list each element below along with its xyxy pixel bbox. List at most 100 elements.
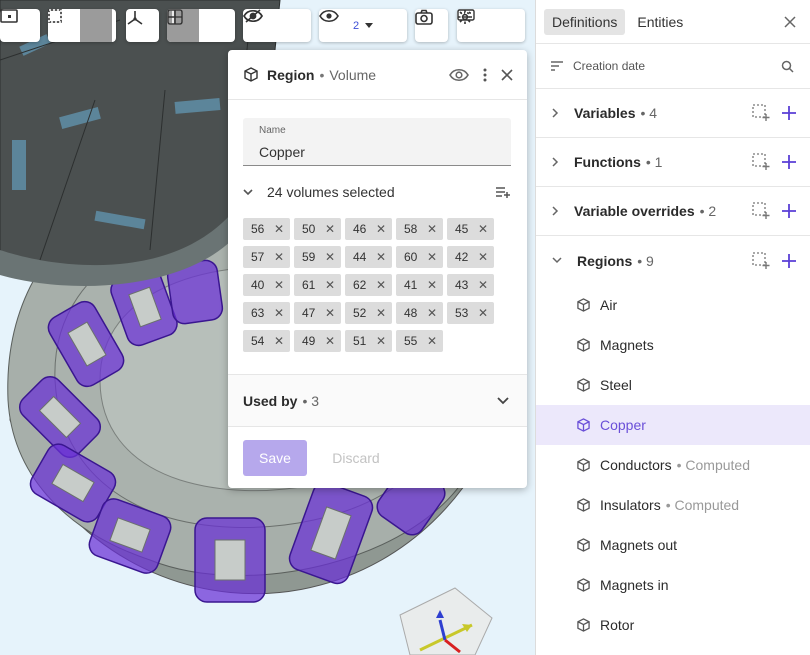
cube-icon [577, 378, 590, 392]
tab-entities[interactable]: Entities [629, 9, 691, 35]
regions-list: Air Magnets Steel Copper Conductors • Compute… [536, 285, 810, 645]
remove-chip-icon[interactable]: ✕ [478, 306, 488, 320]
kebab-icon[interactable] [483, 68, 487, 82]
grid-icon[interactable] [167, 9, 231, 42]
eye-icon[interactable] [449, 68, 469, 82]
volume-chips: 56 ✕ 50 ✕ 46 ✕ 58 ✕ 45 ✕ 57 ✕ 59 ✕ 44 ✕ 60 ✕ 42 ✕ 40 ✕ 61 ✕ 62 ✕ 4… [243, 218, 513, 358]
plus-icon[interactable] [782, 204, 796, 218]
remove-chip-icon[interactable]: ✕ [478, 222, 488, 236]
remove-chip-icon[interactable]: ✕ [376, 222, 386, 236]
region-item[interactable]: Magnets out [536, 525, 810, 565]
volume-chip-label: 60 [404, 250, 418, 264]
close-icon[interactable] [784, 15, 796, 28]
select-add-icon[interactable] [752, 153, 770, 171]
section-label: Variables [574, 105, 636, 121]
discard-button[interactable]: Discard [328, 440, 384, 476]
remove-chip-icon[interactable]: ✕ [274, 334, 284, 348]
remove-chip-icon[interactable]: ✕ [325, 250, 335, 264]
sort-icon[interactable] [550, 61, 564, 71]
region-item[interactable]: Copper [536, 405, 810, 445]
camera-icon[interactable] [415, 9, 447, 42]
remove-chip-icon[interactable]: ✕ [478, 278, 488, 292]
select-add-icon[interactable] [752, 202, 770, 220]
chevron-right-icon [552, 206, 559, 216]
screenshot-group [415, 9, 448, 42]
volume-chip: 59 ✕ [294, 246, 341, 268]
volume-chip: 51 ✕ [345, 330, 392, 352]
remove-chip-icon[interactable]: ✕ [325, 222, 335, 236]
remove-chip-icon[interactable]: ✕ [376, 306, 386, 320]
remove-chip-icon[interactable]: ✕ [376, 334, 386, 348]
chevron-down-icon[interactable] [243, 188, 253, 196]
region-sublabel: • Computed [676, 457, 750, 473]
used-by-section[interactable]: Used by • 3 [228, 374, 527, 427]
close-icon[interactable] [501, 68, 513, 81]
selection-row: 24 volumes selected [243, 182, 511, 202]
name-field[interactable]: Name Copper [243, 118, 511, 166]
remove-chip-icon[interactable]: ✕ [376, 278, 386, 292]
region-item[interactable]: Air [536, 285, 810, 325]
search-icon[interactable] [781, 60, 794, 73]
select-add-icon[interactable] [752, 251, 770, 270]
volume-chip-label: 55 [404, 334, 418, 348]
section-variables[interactable]: Variables • 4 [536, 89, 810, 138]
remove-chip-icon[interactable]: ✕ [427, 222, 437, 236]
panel-tabs: Definitions Entities [536, 0, 810, 44]
plus-icon[interactable] [782, 155, 796, 169]
select-add-icon[interactable] [752, 104, 770, 122]
volume-chip: 55 ✕ [396, 330, 443, 352]
dotted-square-icon[interactable] [48, 9, 112, 42]
volume-chip-label: 52 [353, 306, 367, 320]
section-regions[interactable]: Regions • 9 [536, 236, 810, 285]
remove-chip-icon[interactable]: ✕ [427, 278, 437, 292]
used-by-label: Used by [243, 392, 298, 409]
region-item[interactable]: Rotor [536, 605, 810, 645]
remove-chip-icon[interactable]: ✕ [274, 250, 284, 264]
remove-chip-icon[interactable]: ✕ [325, 334, 335, 348]
remove-chip-icon[interactable]: ✕ [427, 334, 437, 348]
volume-chip-label: 63 [251, 306, 265, 320]
region-item[interactable]: Magnets [536, 325, 810, 365]
plus-icon[interactable] [782, 106, 796, 120]
region-item[interactable]: Insulators • Computed [536, 485, 810, 525]
volume-chip-label: 58 [404, 222, 418, 236]
tab-definitions[interactable]: Definitions [544, 8, 626, 35]
name-value: Copper [259, 144, 305, 160]
gear-icon[interactable] [458, 9, 521, 42]
remove-chip-icon[interactable]: ✕ [427, 250, 437, 264]
volume-chip-label: 61 [302, 278, 316, 292]
volume-chip: 50 ✕ [294, 218, 341, 240]
section-variable-overrides[interactable]: Variable overrides • 2 [536, 187, 810, 236]
volume-chip-label: 48 [404, 306, 418, 320]
remove-chip-icon[interactable]: ✕ [325, 278, 335, 292]
remove-chip-icon[interactable]: ✕ [274, 222, 284, 236]
remove-chip-icon[interactable]: ✕ [325, 306, 335, 320]
region-item[interactable]: Conductors • Computed [536, 445, 810, 485]
visibility-count-group[interactable]: 2 [319, 9, 407, 42]
save-button[interactable]: Save [243, 440, 307, 476]
section-count: • 2 [699, 203, 717, 219]
chevron-down-icon [365, 23, 374, 28]
region-label: Insulators [600, 497, 661, 513]
plus-icon[interactable] [782, 253, 796, 268]
axes-icon[interactable] [126, 9, 158, 42]
section-functions[interactable]: Functions • 1 [536, 138, 810, 187]
volume-chip: 48 ✕ [396, 302, 443, 324]
chevron-down-icon [497, 396, 509, 405]
sort-label[interactable]: Creation date [573, 59, 645, 73]
volume-chip: 54 ✕ [243, 330, 290, 352]
remove-chip-icon[interactable]: ✕ [274, 306, 284, 320]
box-select-icon[interactable] [0, 9, 40, 42]
eye-off-icon[interactable] [243, 9, 307, 42]
volume-chip: 53 ✕ [447, 302, 494, 324]
list-add-icon[interactable] [495, 186, 511, 198]
remove-chip-icon[interactable]: ✕ [478, 250, 488, 264]
section-count: • 9 [637, 252, 654, 269]
remove-chip-icon[interactable]: ✕ [376, 250, 386, 264]
volume-chip: 63 ✕ [243, 302, 290, 324]
volume-chip-label: 44 [353, 250, 367, 264]
remove-chip-icon[interactable]: ✕ [274, 278, 284, 292]
region-item[interactable]: Steel [536, 365, 810, 405]
remove-chip-icon[interactable]: ✕ [427, 306, 437, 320]
region-item[interactable]: Magnets in [536, 565, 810, 605]
